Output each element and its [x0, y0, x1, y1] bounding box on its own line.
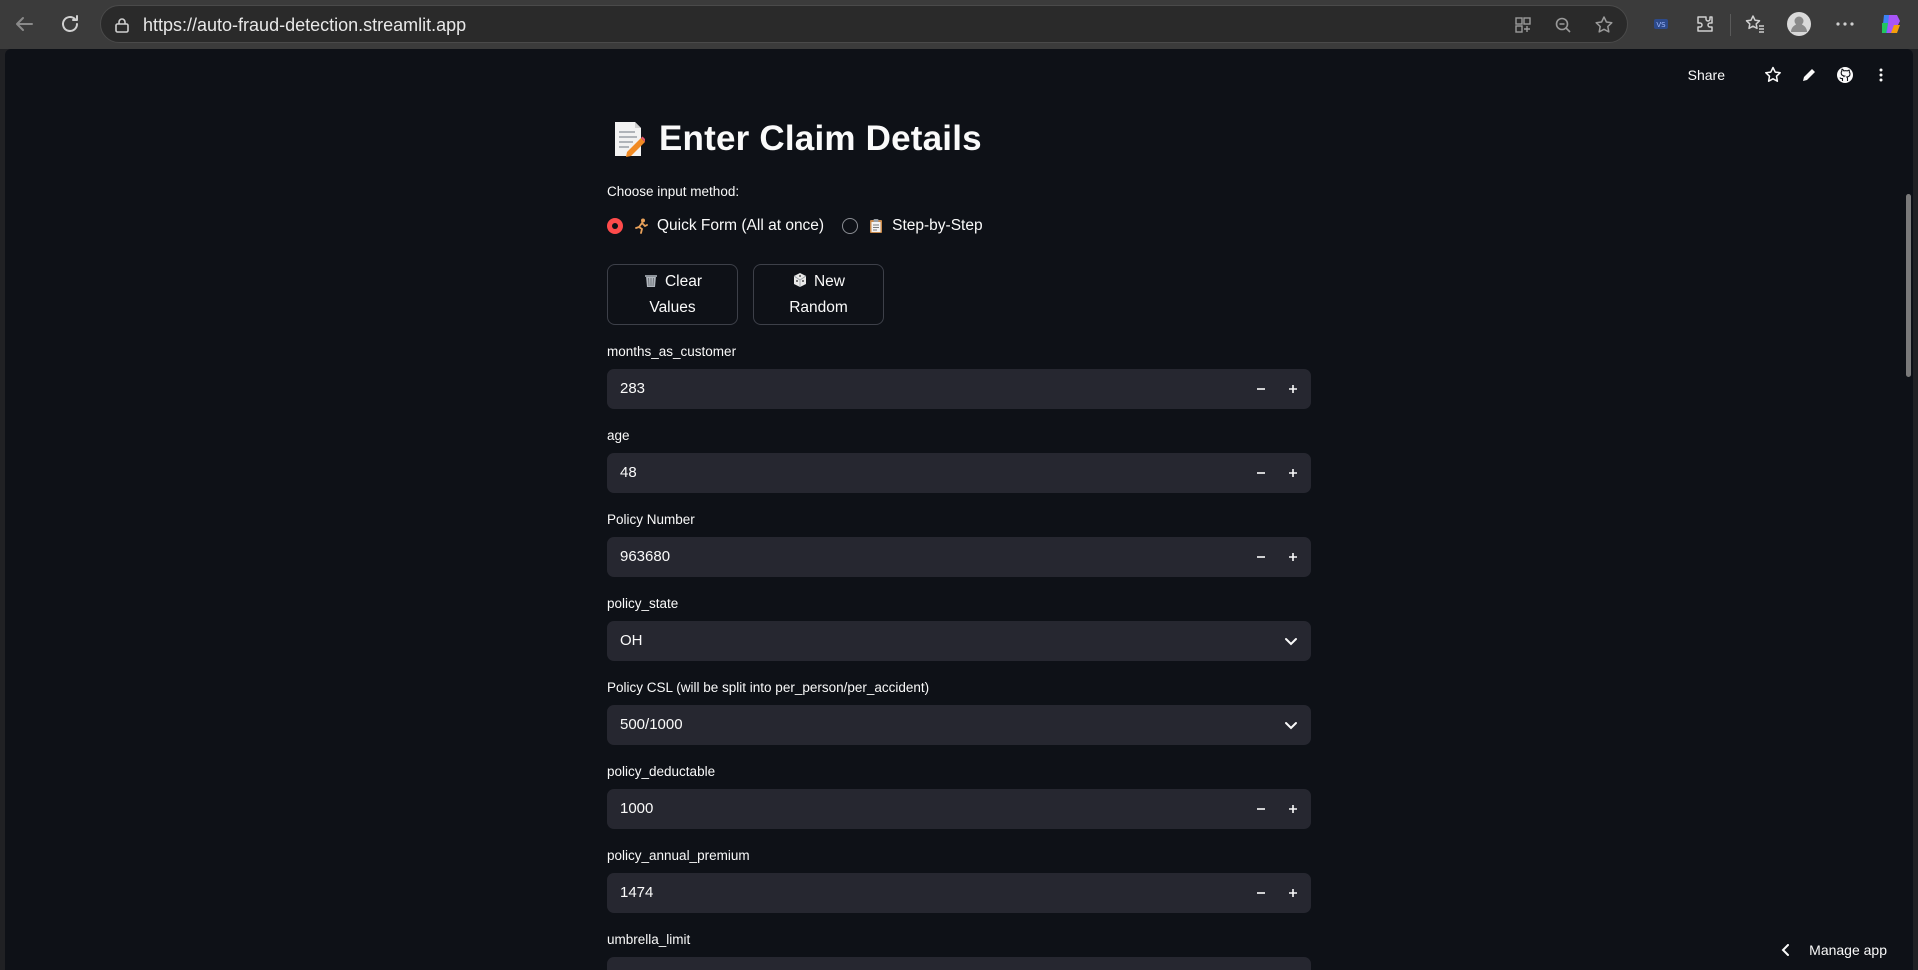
- page-title-row: Enter Claim Details: [611, 119, 982, 159]
- input-method-label: Choose input method:: [607, 184, 740, 199]
- new-random-label-line1: New: [813, 273, 845, 290]
- extensions-icon[interactable]: [1692, 11, 1718, 37]
- policy-annual-premium-input[interactable]: 1474: [607, 873, 1311, 913]
- chevron-down-icon: [1285, 638, 1297, 646]
- increment-button[interactable]: [1281, 881, 1305, 905]
- page-scrollbar[interactable]: [1906, 194, 1911, 377]
- field-label-policy-deductable: policy_deductable: [607, 764, 716, 779]
- dice-icon: [793, 273, 807, 287]
- decrement-button[interactable]: [1249, 377, 1273, 401]
- svg-text:VS: VS: [1656, 21, 1666, 29]
- field-value: 283: [620, 380, 646, 397]
- extension-vs-icon[interactable]: VS: [1648, 11, 1674, 37]
- wastebasket-icon: [644, 275, 657, 287]
- manage-app-button[interactable]: Manage app: [1781, 942, 1887, 958]
- radio-label-step-by-step: Step-by-Step: [892, 217, 983, 234]
- selected-value: 500/1000: [620, 716, 683, 733]
- radio-label-quick-form: Quick Form (All at once): [657, 217, 825, 234]
- site-info-icon[interactable]: [113, 16, 131, 39]
- selected-value: OH: [620, 632, 643, 649]
- field-label-umbrella-limit: umbrella_limit: [607, 932, 691, 947]
- policy-number-input[interactable]: 963680: [607, 537, 1311, 577]
- decrement-button[interactable]: [1249, 461, 1273, 485]
- increment-button[interactable]: [1281, 545, 1305, 569]
- radio-button-unchecked[interactable]: [842, 218, 859, 234]
- url-text: https://auto-fraud-detection.streamlit.a…: [143, 15, 467, 35]
- chevron-down-icon: [1285, 722, 1297, 730]
- field-value: 48: [620, 464, 637, 481]
- github-icon[interactable]: [1835, 65, 1855, 85]
- profile-avatar-icon[interactable]: [1786, 11, 1812, 37]
- favorites-icon[interactable]: [1742, 11, 1768, 37]
- increment-button[interactable]: [1281, 797, 1305, 821]
- copilot-icon[interactable]: [1878, 11, 1904, 37]
- policy-state-select[interactable]: OH: [607, 621, 1311, 661]
- field-value: 1000: [620, 800, 654, 817]
- reload-button[interactable]: [56, 10, 84, 38]
- increment-button[interactable]: [1281, 461, 1305, 485]
- new-random-button[interactable]: New Random: [753, 264, 884, 325]
- running-person-icon: [635, 218, 648, 234]
- radio-button-checked[interactable]: [607, 218, 623, 234]
- main-menu-icon[interactable]: [1871, 65, 1891, 85]
- radio-option-step-by-step[interactable]: Step-by-Step: [842, 217, 983, 235]
- field-label-policy-annual-premium: policy_annual_premium: [607, 848, 750, 863]
- field-label-policy-csl: Policy CSL (will be split into per_perso…: [607, 680, 930, 695]
- toolbar-divider: [1730, 14, 1731, 36]
- radio-option-quick-form[interactable]: Quick Form (All at once): [607, 217, 824, 235]
- field-label-policy-number: Policy Number: [607, 512, 695, 527]
- umbrella-limit-input[interactable]: [607, 957, 1311, 970]
- input-method-radio-group: Quick Form (All at once) Step-by-Step: [607, 217, 1001, 235]
- edit-pencil-icon[interactable]: [1799, 65, 1819, 85]
- star-icon[interactable]: [1763, 65, 1783, 85]
- clipboard-icon: [870, 219, 883, 233]
- memo-icon: [615, 122, 645, 157]
- decrement-button[interactable]: [1249, 545, 1273, 569]
- address-bar[interactable]: https://auto-fraud-detection.streamlit.a…: [100, 5, 1628, 43]
- share-button[interactable]: Share: [1688, 67, 1725, 83]
- age-input[interactable]: 48: [607, 453, 1311, 493]
- zoom-icon[interactable]: [1553, 15, 1573, 35]
- clear-values-label-line1: Clear: [664, 273, 703, 290]
- page-title: Enter Claim Details: [659, 119, 982, 158]
- decrement-button[interactable]: [1249, 797, 1273, 821]
- app-available-icon[interactable]: [1513, 15, 1533, 35]
- field-label-months-as-customer: months_as_customer: [607, 344, 737, 359]
- policy-csl-select[interactable]: 500/1000: [607, 705, 1311, 745]
- decrement-button[interactable]: [1249, 881, 1273, 905]
- field-value: 1474: [620, 884, 654, 901]
- back-button[interactable]: [10, 10, 38, 38]
- months-as-customer-input[interactable]: 283: [607, 369, 1311, 409]
- app-header: Share: [1688, 65, 1891, 85]
- field-label-age: age: [607, 428, 630, 443]
- streamlit-app: Share Enter Claim Details Choose input m: [5, 49, 1913, 970]
- new-random-label-line2: Random: [789, 299, 848, 316]
- manage-app-label: Manage app: [1809, 942, 1887, 958]
- more-options-icon[interactable]: [1832, 11, 1858, 37]
- favorite-star-icon[interactable]: [1594, 15, 1614, 35]
- chevron-left-icon: [1781, 944, 1790, 956]
- field-value: 963680: [620, 548, 671, 565]
- increment-button[interactable]: [1281, 377, 1305, 401]
- field-label-policy-state: policy_state: [607, 596, 679, 611]
- policy-deductable-input[interactable]: 1000: [607, 789, 1311, 829]
- clear-values-label-line2: Values: [649, 299, 696, 316]
- clear-values-button[interactable]: Clear Values: [607, 264, 738, 325]
- browser-toolbar: https://auto-fraud-detection.streamlit.a…: [0, 0, 1918, 49]
